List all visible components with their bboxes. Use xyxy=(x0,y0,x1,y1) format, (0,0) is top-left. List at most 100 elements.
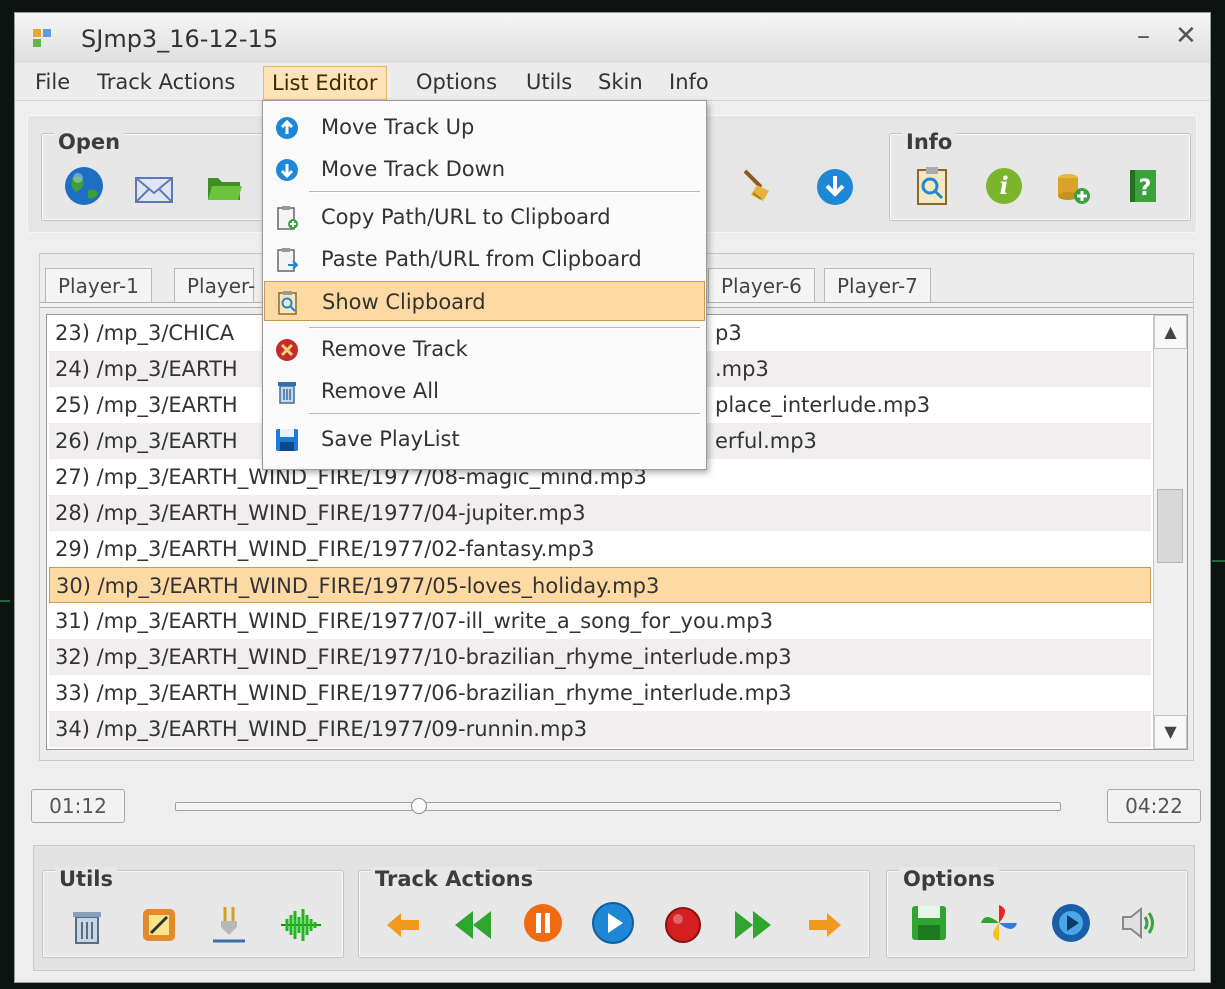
info-group-title: Info xyxy=(902,130,957,154)
playlist-scrollbar[interactable]: ▲ ▼ xyxy=(1153,315,1187,749)
menu-item-label: Move Track Up xyxy=(321,115,475,139)
coins-add-icon[interactable] xyxy=(1050,164,1094,208)
menu-item-copy-path[interactable]: Copy Path/URL to Clipboard xyxy=(264,197,705,237)
menu-separator xyxy=(309,413,700,415)
plug-icon[interactable] xyxy=(207,903,251,947)
pinwheel-icon[interactable] xyxy=(977,901,1021,945)
elapsed-time: 01:12 xyxy=(31,789,125,823)
title-bar: SJmp3_16-12-15 – ✕ xyxy=(15,13,1210,63)
menu-file[interactable]: File xyxy=(27,66,78,100)
globe-icon[interactable] xyxy=(62,164,106,208)
menu-item-save-playlist[interactable]: Save PlayList xyxy=(264,419,705,459)
list-item[interactable]: 34) /mp_3/EARTH_WIND_FIRE/1977/09-runnin… xyxy=(49,711,1151,747)
scroll-thumb[interactable] xyxy=(1157,489,1183,563)
pause-icon[interactable] xyxy=(521,901,565,945)
help-book-icon[interactable]: ? xyxy=(1120,164,1164,208)
track-actions-group: Track Actions xyxy=(358,867,870,958)
utils-group: Utils xyxy=(42,867,344,958)
clipboard-paste-icon xyxy=(277,248,299,272)
utils-group-title: Utils xyxy=(55,867,117,891)
tab-player-2[interactable]: Player- xyxy=(174,268,255,304)
list-item[interactable]: 32) /mp_3/EARTH_WIND_FIRE/1977/10-brazil… xyxy=(49,639,1151,675)
menu-item-label: Remove All xyxy=(321,379,439,403)
menu-utils[interactable]: Utils xyxy=(518,66,580,100)
menu-options[interactable]: Options xyxy=(408,66,505,100)
menu-list-editor[interactable]: List Editor xyxy=(263,66,387,100)
floppy-icon xyxy=(276,429,298,451)
position-slider-knob[interactable] xyxy=(410,798,427,814)
save-icon[interactable] xyxy=(907,901,951,945)
tab-player-6[interactable]: Player-6 xyxy=(708,268,815,304)
trash-icon xyxy=(278,382,296,404)
list-item[interactable]: 33) /mp_3/EARTH_WIND_FIRE/1977/06-brazil… xyxy=(49,675,1151,711)
list-item-selected[interactable]: 30) /mp_3/EARTH_WIND_FIRE/1977/05-loves_… xyxy=(49,567,1151,603)
mail-icon[interactable] xyxy=(132,166,176,210)
row-tail: .mp3 xyxy=(715,357,769,381)
total-time: 04:22 xyxy=(1107,789,1201,823)
fast-forward-icon[interactable] xyxy=(731,903,775,947)
bottom-toolbar: Utils Track Actions Options xyxy=(33,845,1195,971)
arrow-up-icon xyxy=(276,117,298,139)
menu-item-label: Save PlayList xyxy=(321,427,460,451)
broom-icon[interactable] xyxy=(735,163,779,207)
row-tail: place_interlude.mp3 xyxy=(715,393,931,417)
scroll-up-icon[interactable]: ▲ xyxy=(1154,315,1187,349)
menu-item-remove-all[interactable]: Remove All xyxy=(264,371,705,411)
record-icon[interactable] xyxy=(661,903,705,947)
menu-item-move-track-up[interactable]: Move Track Up xyxy=(264,107,705,147)
menu-item-remove-track[interactable]: Remove Track xyxy=(264,329,705,369)
row-tail: p3 xyxy=(715,321,742,345)
folder-icon[interactable] xyxy=(202,164,246,208)
position-slider[interactable] xyxy=(175,802,1061,811)
list-item[interactable]: 31) /mp_3/EARTH_WIND_FIRE/1977/07-ill_wr… xyxy=(49,603,1151,639)
menu-track-actions[interactable]: Track Actions xyxy=(89,66,243,100)
menu-item-paste-path[interactable]: Paste Path/URL from Clipboard xyxy=(264,239,705,279)
menu-item-label: Paste Path/URL from Clipboard xyxy=(321,247,642,271)
menu-bar: File Track Actions List Editor Options U… xyxy=(15,63,1210,101)
arrow-left-icon[interactable] xyxy=(381,903,425,947)
menu-item-label: Copy Path/URL to Clipboard xyxy=(321,205,611,229)
options-group-title: Options xyxy=(899,867,999,891)
app-logo-icon xyxy=(33,29,51,47)
options-group: Options xyxy=(886,867,1188,958)
tab-player-1[interactable]: Player-1 xyxy=(45,268,152,304)
trash-icon[interactable] xyxy=(65,903,109,947)
arrow-down-icon xyxy=(276,159,298,181)
scroll-down-icon[interactable]: ▼ xyxy=(1154,715,1187,749)
menu-item-label: Move Track Down xyxy=(321,157,506,181)
menu-item-show-clipboard[interactable]: Show Clipboard xyxy=(264,281,705,321)
tab-player-7[interactable]: Player-7 xyxy=(824,268,931,304)
menu-separator xyxy=(309,191,700,193)
list-editor-menu: Move Track Up Move Track Down Copy Path/… xyxy=(262,100,707,470)
window-title: SJmp3_16-12-15 xyxy=(81,25,279,53)
list-item[interactable]: 29) /mp_3/EARTH_WIND_FIRE/1977/02-fantas… xyxy=(49,531,1151,567)
settings-circle-icon[interactable] xyxy=(1049,901,1093,945)
menu-info[interactable]: Info xyxy=(661,66,717,100)
rewind-icon[interactable] xyxy=(451,903,495,947)
menu-item-label: Show Clipboard xyxy=(322,290,486,314)
volume-icon[interactable] xyxy=(1117,901,1161,945)
remove-icon xyxy=(276,339,298,361)
clipboard-search-icon[interactable] xyxy=(910,164,954,208)
minimize-button[interactable]: – xyxy=(1137,21,1150,51)
row-tail: erful.mp3 xyxy=(715,429,817,453)
play-icon[interactable] xyxy=(591,901,635,945)
menu-item-label: Remove Track xyxy=(321,337,468,361)
desktop-background-line xyxy=(1212,560,1225,562)
list-tools-group xyxy=(705,133,881,221)
waveform-icon[interactable] xyxy=(279,903,323,947)
svg-text:i: i xyxy=(999,171,1008,200)
edit-icon[interactable] xyxy=(137,903,181,947)
desktop-background-line xyxy=(0,600,10,602)
download-icon[interactable] xyxy=(813,165,857,209)
info-icon[interactable]: i xyxy=(982,164,1026,208)
arrow-right-icon[interactable] xyxy=(803,903,847,947)
track-actions-group-title: Track Actions xyxy=(371,867,538,891)
menu-skin[interactable]: Skin xyxy=(590,66,651,100)
info-group: Info i ? xyxy=(889,130,1191,221)
svg-text:?: ? xyxy=(1139,176,1152,201)
menu-item-move-track-down[interactable]: Move Track Down xyxy=(264,149,705,189)
open-group-title: Open xyxy=(54,130,125,154)
close-button[interactable]: ✕ xyxy=(1175,21,1197,51)
list-item[interactable]: 28) /mp_3/EARTH_WIND_FIRE/1977/04-jupite… xyxy=(49,495,1151,531)
